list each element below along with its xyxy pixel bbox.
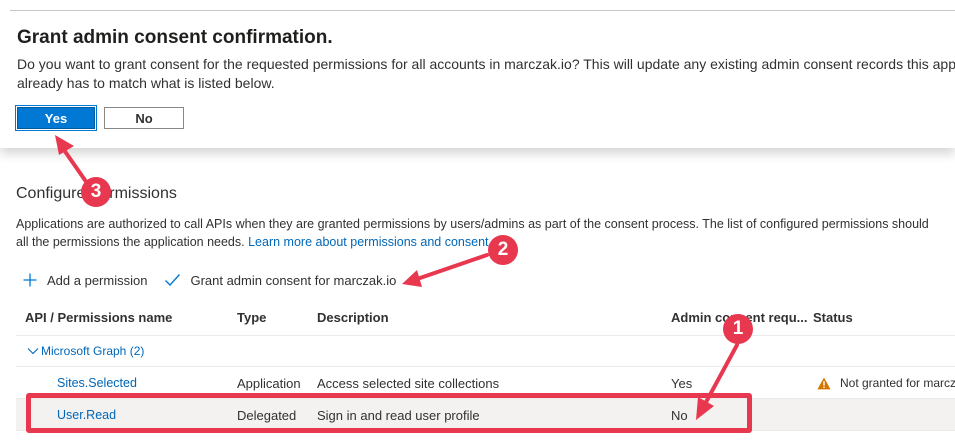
- status-text: Not granted for marcz: [840, 376, 955, 390]
- grant-admin-consent-label: Grant admin consent for marczak.io: [190, 272, 397, 288]
- confirmation-message: Do you want to grant consent for the req…: [17, 55, 955, 93]
- page: Grant admin consent confirmation. Do you…: [0, 0, 955, 446]
- column-header-api[interactable]: API / Permissions name: [25, 310, 172, 325]
- group-label: Microsoft Graph (2): [41, 344, 145, 358]
- confirmation-title: Grant admin consent confirmation.: [17, 27, 333, 48]
- section-description-line: all the permissions the application need…: [16, 233, 955, 251]
- learn-more-link[interactable]: Learn more about permissions and consent: [248, 235, 488, 249]
- yes-button[interactable]: Yes: [15, 105, 97, 131]
- section-description: Applications are authorized to call APIs…: [16, 215, 955, 251]
- divider: [10, 10, 955, 11]
- group-row-microsoft-graph[interactable]: Microsoft Graph (2): [27, 344, 144, 358]
- warning-icon: [817, 377, 831, 389]
- permission-status: Not granted for marcz: [817, 367, 955, 399]
- description-text: all the permissions the application need…: [16, 235, 249, 249]
- no-button[interactable]: No: [104, 107, 184, 129]
- arrow-2: [402, 253, 489, 287]
- column-header-type[interactable]: Type: [237, 310, 266, 325]
- add-permission-label: Add a permission: [47, 272, 148, 288]
- column-header-status[interactable]: Status: [813, 310, 853, 325]
- toolbar: Add a permission Grant admin consent for…: [22, 272, 413, 288]
- confirmation-message-line: Do you want to grant consent for the req…: [17, 56, 955, 72]
- confirmation-panel: Grant admin consent confirmation. Do you…: [0, 0, 955, 148]
- annotation-badge-3: 3: [81, 177, 111, 207]
- section-title-end: ermissions: [100, 185, 177, 202]
- section-description-line: Applications are authorized to call APIs…: [16, 217, 929, 231]
- annotation-badge-2: 2: [488, 235, 518, 265]
- chevron-down-icon: [27, 348, 39, 355]
- grant-admin-consent-button[interactable]: Grant admin consent for marczak.io: [164, 273, 396, 288]
- confirmation-message-line: already has to match what is listed belo…: [17, 75, 275, 91]
- column-header-description[interactable]: Description: [317, 310, 389, 325]
- highlight-box: [26, 393, 752, 433]
- annotation-badge-1: 1: [723, 314, 753, 344]
- plus-icon: [23, 273, 37, 287]
- header-divider: [16, 335, 955, 336]
- section-title-start: Configure: [16, 185, 86, 202]
- checkmark-icon: [165, 274, 181, 287]
- add-permission-button[interactable]: Add a permission: [22, 272, 147, 288]
